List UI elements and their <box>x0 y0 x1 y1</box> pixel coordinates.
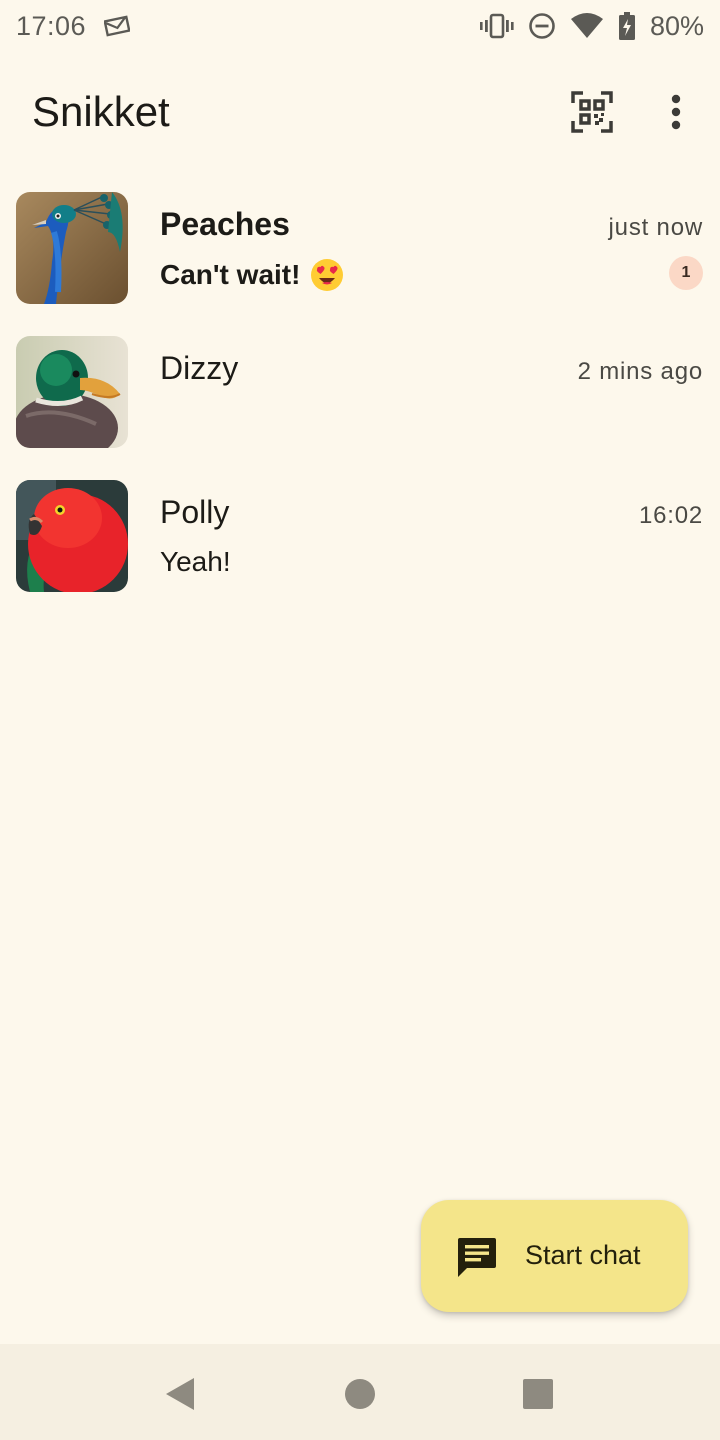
start-chat-label: Start chat <box>525 1240 641 1270</box>
vibrate-icon <box>479 13 514 39</box>
chat-row-peaches[interactable]: Peaches just now Can't wait! 1 <box>0 178 720 322</box>
chat-name: Polly <box>160 494 230 530</box>
recents-button[interactable] <box>518 1374 558 1414</box>
qr-code-icon <box>571 91 613 133</box>
start-chat-button[interactable]: Start chat <box>421 1200 688 1312</box>
chat-preview-text: Yeah! <box>160 546 231 577</box>
chat-preview: Can't wait! <box>160 258 344 292</box>
app-bar: Snikket <box>0 52 720 172</box>
status-bar: 17:06 80% <box>0 0 720 52</box>
chat-time: 2 mins ago <box>577 358 703 385</box>
navigation-bar <box>0 1344 720 1440</box>
wifi-icon <box>570 13 604 39</box>
chat-row-dizzy[interactable]: Dizzy 2 mins ago <box>0 322 720 466</box>
do-not-disturb-icon <box>528 12 556 40</box>
app-title: Snikket <box>32 88 170 135</box>
chat-preview: Yeah! <box>160 546 231 578</box>
chat-bubble-icon <box>458 1238 496 1277</box>
avatar-polly <box>16 480 128 592</box>
home-button[interactable] <box>340 1374 380 1414</box>
avatar-peaches <box>16 192 128 304</box>
qr-code-button[interactable] <box>560 80 624 144</box>
battery-percent: 80% <box>649 10 704 41</box>
email-icon <box>104 15 131 37</box>
battery-charging-icon <box>618 12 636 40</box>
chat-name: Dizzy <box>160 350 239 386</box>
unread-badge: 1 <box>669 256 703 290</box>
avatar-dizzy <box>16 336 128 448</box>
back-icon <box>166 1378 194 1410</box>
recents-icon <box>523 1379 553 1409</box>
chat-time: just now <box>608 214 703 241</box>
screen: 17:06 80% Snikket Peaches just now Can't… <box>0 0 720 1440</box>
chat-name: Peaches <box>160 206 290 242</box>
back-button[interactable] <box>160 1374 200 1414</box>
chat-preview-text: Can't wait! <box>160 259 301 290</box>
status-time: 17:06 <box>16 10 87 41</box>
heart-eyes-emoji <box>310 258 344 292</box>
more-vert-icon <box>671 94 681 130</box>
chat-list: Peaches just now Can't wait! 1 Dizzy 2 m… <box>0 178 720 610</box>
overflow-menu-button[interactable] <box>648 80 704 144</box>
chat-row-polly[interactable]: Polly 16:02 Yeah! <box>0 466 720 610</box>
home-icon <box>345 1379 375 1409</box>
chat-time: 16:02 <box>638 502 703 529</box>
